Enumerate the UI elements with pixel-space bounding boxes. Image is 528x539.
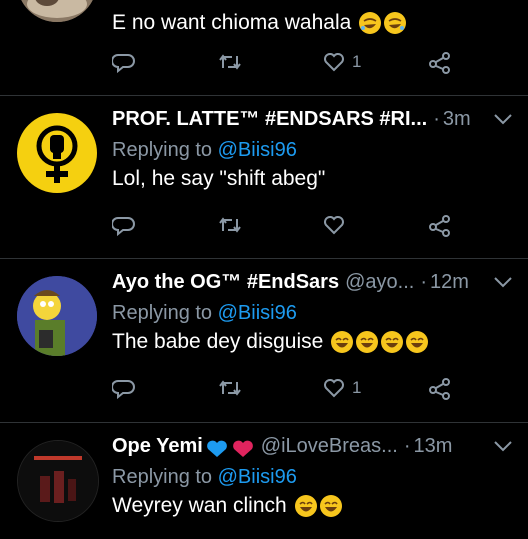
timestamp[interactable]: 13m — [414, 435, 453, 458]
separator-dot: · — [403, 435, 411, 457]
tweet-header: PROF. LATTE™ #ENDSARS #RI... · 3m — [112, 108, 514, 136]
replying-prefix: Replying to — [112, 302, 213, 324]
heart-icon — [324, 379, 344, 398]
like-count: 1 — [352, 52, 362, 71]
laughing-emoji — [406, 331, 429, 353]
tweet-text-body: Lol, he say "shift abeg" — [112, 167, 326, 190]
share-button[interactable] — [427, 376, 453, 400]
replying-to: Replying to @Biisi96 — [112, 136, 514, 164]
avatar[interactable] — [17, 113, 97, 193]
tweet-text: The babe dey disguise — [112, 327, 514, 357]
like-button[interactable]: 1 — [322, 376, 361, 400]
heart-icon — [324, 53, 344, 72]
avatar[interactable] — [17, 440, 99, 522]
avatar-photo — [17, 0, 97, 22]
like-count: 1 — [352, 378, 362, 397]
user-handle[interactable]: @iLoveBreas... — [261, 435, 398, 458]
tweet-header: Ayo the OG™ #EndSars @ayo... · 12m — [112, 271, 514, 299]
reply-icon — [112, 54, 135, 74]
rofl-emoji — [384, 12, 407, 34]
retweet-icon — [219, 380, 241, 396]
user-handle[interactable]: @ayo... — [345, 271, 414, 294]
avatar[interactable] — [17, 276, 97, 356]
retweet-icon — [219, 217, 241, 233]
replying-to: Replying to @Biisi96 — [112, 299, 514, 327]
reply-button[interactable] — [112, 50, 136, 74]
timestamp[interactable]: 12m — [430, 271, 469, 294]
laughing-emoji — [331, 331, 354, 353]
mention-link[interactable]: @Biisi96 — [218, 139, 297, 161]
share-icon — [429, 378, 450, 400]
laughing-emoji — [319, 495, 342, 517]
separator-dot: · — [433, 108, 440, 130]
replying-prefix: Replying to — [112, 466, 213, 488]
tweet-2[interactable]: Ayo the OG™ #EndSars @ayo... · 12m Reply… — [0, 259, 528, 422]
reply-icon — [112, 217, 135, 237]
like-button[interactable] — [322, 213, 352, 237]
tweet-text-body: E no want chioma wahala — [112, 11, 352, 34]
reply-button[interactable] — [112, 376, 136, 400]
tweet-text-body: The babe dey disguise — [112, 330, 324, 353]
share-button[interactable] — [427, 50, 453, 74]
reply-icon — [112, 380, 135, 400]
tweet-header: Ope Yemi @iLoveBreas... · 13m — [112, 435, 514, 463]
feminist-fist-icon — [36, 125, 78, 183]
tweet-text-body: Weyrey wan clinch — [112, 494, 287, 517]
display-name[interactable]: PROF. LATTE™ #ENDSARS #RI... — [112, 108, 427, 131]
tweet-text: E no want chioma wahala — [112, 8, 514, 38]
rofl-emoji — [359, 12, 382, 34]
retweet-icon — [219, 54, 241, 70]
heart-emojis-icon — [206, 440, 253, 457]
tweet-0[interactable]: E no want chioma wahala 1 — [0, 0, 528, 93]
retweet-button[interactable] — [217, 50, 243, 74]
reply-button[interactable] — [112, 213, 136, 237]
separator-dot: · — [420, 271, 427, 293]
avatar[interactable] — [17, 0, 97, 22]
retweet-button[interactable] — [217, 213, 243, 237]
tweet-text: Weyrey wan clinch — [112, 491, 514, 521]
cartoon-avatar — [17, 276, 97, 356]
replying-prefix: Replying to — [112, 139, 213, 161]
tweet-1[interactable]: PROF. LATTE™ #ENDSARS #RI... · 3m Replyi… — [0, 96, 528, 258]
retweet-button[interactable] — [217, 376, 243, 400]
dark-avatar — [18, 441, 98, 521]
laughing-emoji — [356, 331, 379, 353]
chevron-down-icon[interactable] — [492, 112, 514, 126]
mention-link[interactable]: @Biisi96 — [218, 302, 297, 324]
laughing-emoji — [294, 495, 317, 517]
laughing-emoji — [381, 331, 404, 353]
share-button[interactable] — [427, 213, 453, 237]
like-button[interactable]: 1 — [322, 50, 361, 74]
tweet-3[interactable]: Ope Yemi @iLoveBreas... · 13m Replying t… — [0, 423, 528, 539]
tweet-text: Lol, he say "shift abeg" — [112, 164, 514, 194]
share-icon — [429, 52, 450, 74]
chevron-down-icon[interactable] — [492, 275, 514, 289]
share-icon — [429, 215, 450, 237]
heart-icon — [324, 216, 344, 235]
replying-to: Replying to @Biisi96 — [112, 463, 514, 491]
timestamp[interactable]: 3m — [443, 108, 471, 131]
chevron-down-icon[interactable] — [492, 439, 514, 453]
display-name[interactable]: Ayo the OG™ #EndSars — [112, 271, 339, 294]
mention-link[interactable]: @Biisi96 — [218, 466, 297, 488]
display-name[interactable]: Ope Yemi — [112, 435, 203, 458]
